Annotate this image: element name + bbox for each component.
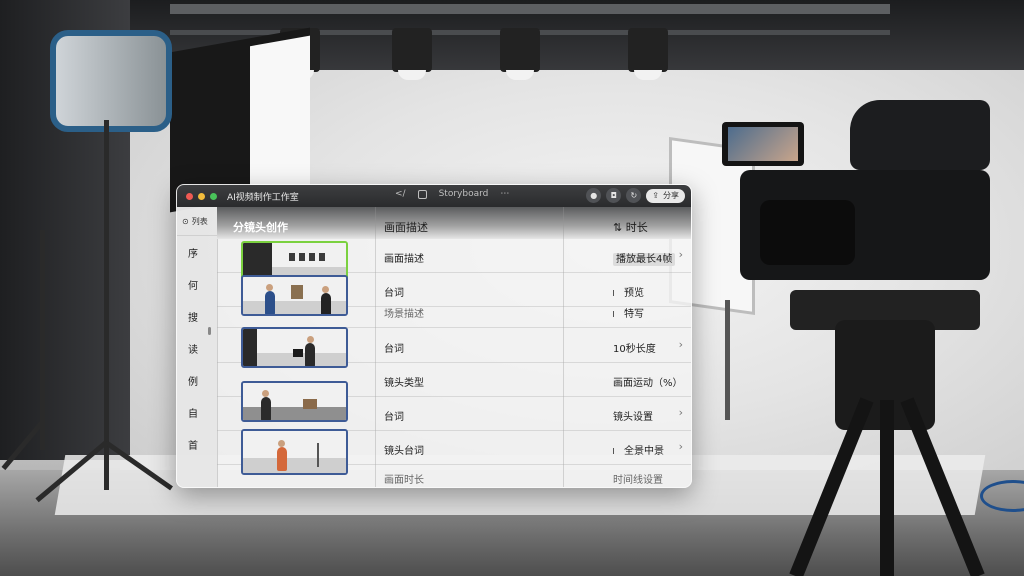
sidebar-header[interactable]: ⊙ 列表 [177,207,217,236]
reflector-stand [725,300,730,420]
close-window-button[interactable] [186,192,193,200]
toolbar-center: </ Storyboard ⋯ [395,189,509,199]
shot-description: 画面时长 [384,475,424,486]
sidebar-item[interactable]: 何 [177,268,217,300]
shot-duration: 画面运动（%） [613,378,683,389]
table-header: 分镜头创作 画面描述 ⇅ 时长 [217,207,691,239]
sidebar-item[interactable]: 序 [177,236,217,268]
shot-duration: 预览 [613,284,644,299]
lighting-truss [170,4,890,14]
shot-description: 台词 [384,288,404,299]
header-thumbnail[interactable]: 分镜头创作 [233,219,288,235]
table-row[interactable]: 镜头台词 全景中景 › [217,429,691,475]
hanging-light [392,28,432,80]
hanging-light [628,28,668,80]
header-duration[interactable]: ⇅ 时长 [613,219,648,235]
fresnel-lamp [50,30,172,132]
toolbar-right: ● ◘ ↻ ⇪ 分享 [586,188,685,203]
minimize-window-button[interactable] [198,192,205,200]
maximize-window-button[interactable] [210,192,217,200]
header-duration-label: 时长 [625,221,648,234]
shot-thumbnail[interactable] [241,327,348,368]
sidebar-toggle-icon[interactable] [417,189,427,199]
shot-duration: 镜头设置 [613,412,653,423]
table-row[interactable]: 画面时长 时间线设置 [217,465,691,487]
sidebar-item[interactable]: 读 [177,332,217,364]
shot-duration: 全景中景 [613,442,664,457]
sort-icon: ⇅ [613,221,626,234]
sidebar-item[interactable]: 搜 [177,300,217,332]
camera-icon[interactable]: ◘ [606,188,622,203]
shot-duration: 特写 [613,305,644,320]
record-icon[interactable]: ● [586,188,602,203]
shot-duration: 时间线设置 [613,475,663,486]
share-button[interactable]: ⇪ 分享 [646,188,685,203]
camera-lens [760,200,855,265]
back-arrow-icon[interactable]: </ [395,189,406,199]
sidebar-item[interactable]: 例 [177,364,217,396]
chevron-right-icon[interactable]: › [679,248,683,261]
camera-monitor [722,122,804,166]
shot-description: 台词 [384,344,404,355]
table-row[interactable]: 台词 10秒长度 › [217,327,691,368]
shot-description: 台词 [384,412,404,423]
chevron-right-icon[interactable]: › [679,406,683,419]
sidebar-header-label: 列表 [191,216,208,226]
table-row[interactable]: 画面描述 播放最长4帧 › [217,239,691,282]
shot-duration: 播放最长4帧 [613,250,676,266]
table-row[interactable]: 场景描述 特写 [217,299,691,328]
more-icon[interactable]: ⋯ [500,189,509,199]
toolbar-center-label[interactable]: Storyboard [439,189,489,199]
sidebar-item[interactable]: 首 [177,428,217,460]
storyboard-window: AI视频制作工作室 </ Storyboard ⋯ ● ◘ ↻ ⇪ 分享 ⊙ 列… [176,184,692,488]
hanging-light [500,28,540,80]
table-row[interactable]: 台词 镜头设置 › [217,381,691,431]
share-icon: ⇪ [652,191,659,200]
header-description[interactable]: 画面描述 [384,219,428,235]
chevron-right-icon[interactable]: › [679,440,683,453]
sidebar: ⊙ 列表 序 何 搜 读 例 自 首 [177,207,218,487]
sidebar-scrollbar[interactable] [208,327,211,335]
shot-description: 画面描述 [384,254,424,265]
shot-description: 镜头台词 [384,446,424,457]
c-stand [40,230,45,450]
tripod-leg [880,400,894,576]
shot-duration: 10秒长度 [613,344,656,355]
chevron-right-icon[interactable]: › [679,338,683,351]
camera-top-handle [850,100,990,170]
shot-description: 镜头类型 [384,378,424,389]
sidebar-item[interactable]: 自 [177,396,217,428]
app-title: AI视频制作工作室 [227,192,299,203]
share-label: 分享 [663,191,679,200]
light-stand [104,120,109,490]
refresh-icon[interactable]: ↻ [626,188,642,203]
shot-description: 场景描述 [384,309,424,320]
title-bar: AI视频制作工作室 </ Storyboard ⋯ ● ◘ ↻ ⇪ 分享 [177,185,691,207]
list-icon: ⊙ [182,216,189,226]
shot-thumbnail[interactable] [241,381,348,422]
